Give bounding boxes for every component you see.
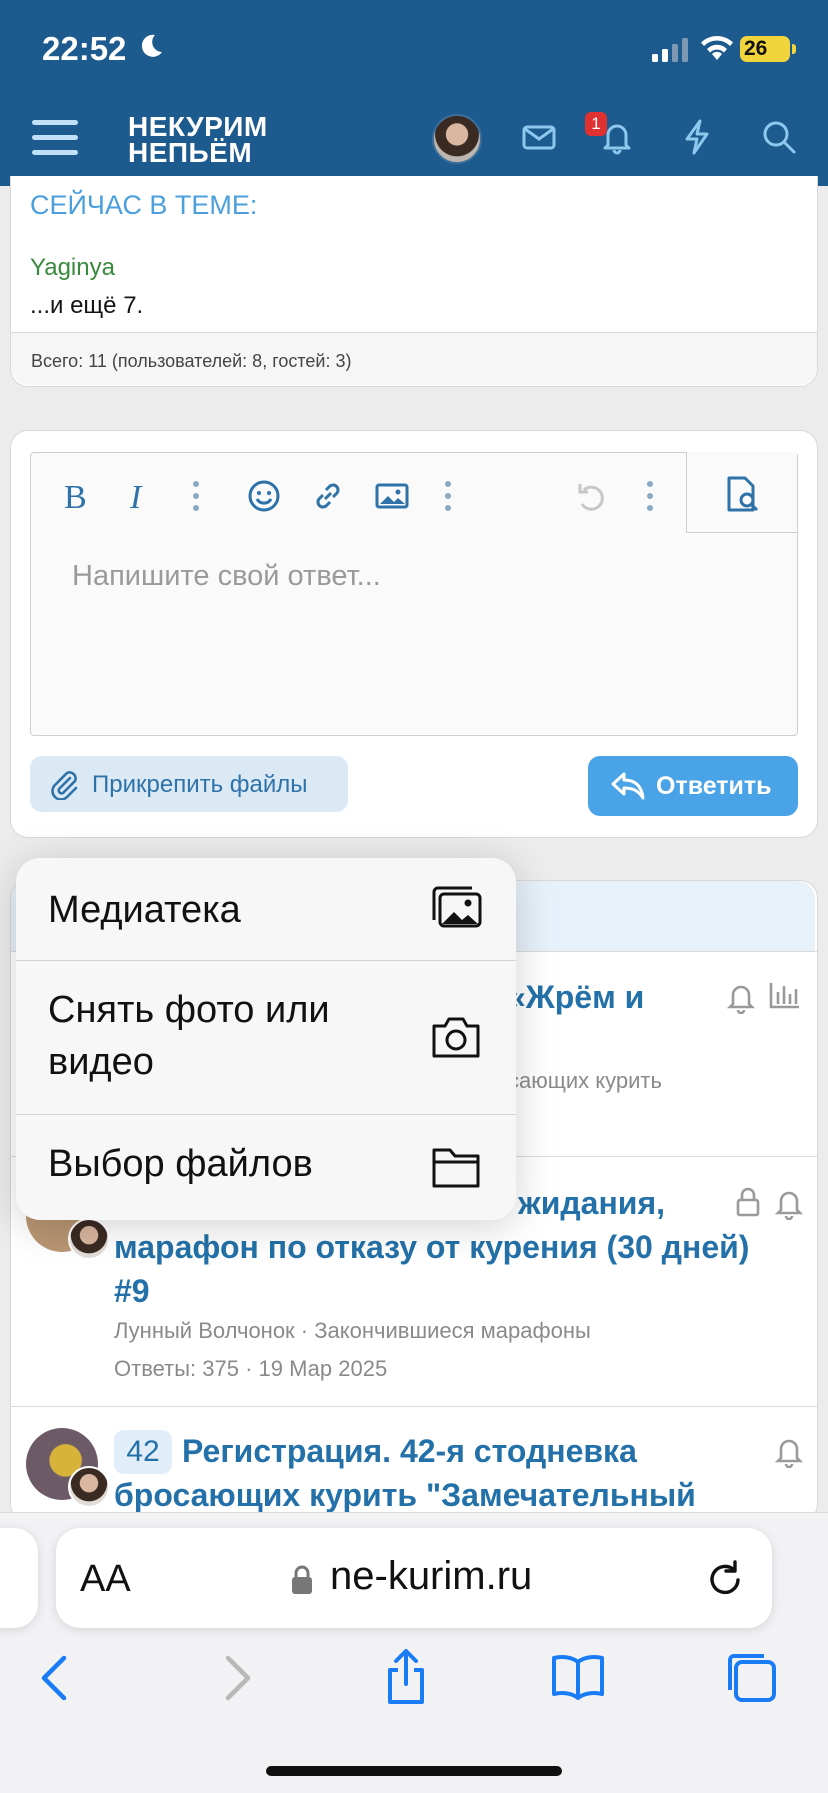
site-header — [0, 0, 828, 186]
lock-icon — [292, 1565, 312, 1594]
more-insert-icon[interactable] — [444, 480, 452, 512]
url-text: ne-kurim.ru — [330, 1554, 533, 1598]
file-source-menu: Медиатека Снять фото или видео Выбор фай… — [16, 858, 516, 1220]
svg-text:B: B — [64, 479, 87, 514]
more-options-icon[interactable] — [646, 480, 654, 512]
menu-item-label: Медиатека — [48, 889, 241, 931]
menu-item-media-library[interactable]: Медиатека — [16, 858, 516, 961]
thread-title[interactable]: «Жрём и — [508, 974, 644, 1020]
back-icon[interactable] — [28, 1648, 88, 1708]
mail-icon[interactable] — [520, 118, 558, 156]
photo-library-icon — [432, 886, 482, 928]
logo-line2: НЕПЬЁМ — [128, 137, 253, 168]
bell-icon[interactable] — [774, 1186, 804, 1220]
online-title: СЕЙЧАС В ТЕМЕ: — [30, 190, 258, 220]
preview-toggle[interactable] — [686, 452, 797, 533]
last-poster-avatar[interactable] — [68, 1466, 110, 1508]
battery-indicator: 26 — [740, 36, 790, 62]
bell-icon[interactable] — [774, 1434, 804, 1468]
last-poster-avatar[interactable] — [68, 1218, 110, 1260]
stats-icon[interactable] — [768, 980, 802, 1010]
svg-text:I: I — [129, 479, 143, 514]
wifi-icon — [701, 36, 733, 60]
image-icon[interactable] — [374, 478, 410, 514]
thread-title-line3[interactable]: #9 — [114, 1268, 150, 1314]
user-avatar[interactable] — [432, 114, 482, 164]
reload-icon[interactable] — [704, 1558, 746, 1600]
reply-icon — [611, 772, 645, 800]
search-icon[interactable] — [760, 118, 798, 156]
thread-meta: Лунный Волчонок · Закончившиеся марафоны — [114, 1318, 591, 1343]
paperclip-icon — [51, 771, 78, 800]
attach-files-label: Прикрепить файлы — [92, 771, 308, 798]
prefix-badge[interactable]: 42 — [114, 1430, 172, 1474]
reply-button[interactable]: Ответить — [588, 756, 798, 816]
tabs-icon[interactable] — [722, 1648, 782, 1708]
online-user-link[interactable]: Yaginya — [30, 254, 115, 282]
share-icon[interactable] — [376, 1648, 436, 1708]
menu-item-label: Снять фото или видео — [48, 989, 330, 1083]
battery-tip — [792, 44, 796, 54]
thread-title-line1[interactable]: Регистрация. 42-я стодневка — [182, 1428, 637, 1474]
bookmarks-icon[interactable] — [548, 1648, 608, 1708]
notification-count-badge: 1 — [585, 112, 607, 136]
undo-icon[interactable] — [574, 478, 610, 514]
more-formatting-icon[interactable] — [192, 480, 200, 512]
moon-icon — [141, 34, 162, 57]
link-icon[interactable] — [310, 478, 346, 514]
battery-level: 26 — [744, 37, 768, 60]
preview-icon — [727, 476, 759, 512]
italic-icon[interactable]: I — [122, 478, 158, 514]
thread-title-line1[interactable]: жидания, — [518, 1180, 665, 1226]
status-time: 22:52 — [42, 30, 127, 67]
online-total: Всего: 11 (пользователей: 8, гостей: 3) — [31, 351, 352, 371]
previous-tab-preview[interactable] — [0, 1528, 38, 1628]
signal-icon — [652, 38, 688, 62]
menu-item-take-photo[interactable]: Снять фото или видео — [16, 960, 516, 1115]
menu-item-label: Выбор файлов — [48, 1143, 313, 1185]
home-indicator — [266, 1766, 562, 1776]
reply-label: Ответить — [656, 772, 772, 800]
row-separator — [10, 1406, 818, 1407]
reply-placeholder: Напишите свой ответ... — [72, 560, 381, 592]
emoji-icon[interactable] — [246, 478, 282, 514]
attach-files-button[interactable]: Прикрепить файлы — [30, 756, 348, 812]
reader-settings-button[interactable]: AA — [80, 1558, 131, 1601]
thread-meta: сающих курить — [508, 1068, 662, 1093]
forward-icon[interactable] — [206, 1648, 266, 1708]
bell-icon[interactable] — [726, 980, 756, 1014]
bold-icon[interactable]: B — [58, 478, 94, 514]
address-bar[interactable]: AA ne-kurim.ru — [56, 1528, 772, 1628]
online-footer: Всего: 11 (пользователей: 8, гостей: 3) — [11, 332, 817, 385]
thread-stats: Ответы: 375 · 19 Мар 2025 — [114, 1356, 388, 1381]
thread-title-line2[interactable]: марафон по отказу от курения (30 дней) — [114, 1224, 749, 1270]
folder-icon — [432, 1148, 480, 1188]
lightning-icon[interactable] — [678, 118, 716, 156]
online-more: ...и ещё 7. — [30, 292, 144, 319]
lock-icon — [736, 1187, 760, 1217]
site-logo[interactable]: НЕКУРИМ НЕПЬЁМ — [128, 113, 268, 168]
hamburger-menu-button[interactable] — [32, 120, 78, 160]
menu-item-choose-files[interactable]: Выбор файлов — [16, 1114, 516, 1220]
camera-icon — [432, 1017, 480, 1058]
